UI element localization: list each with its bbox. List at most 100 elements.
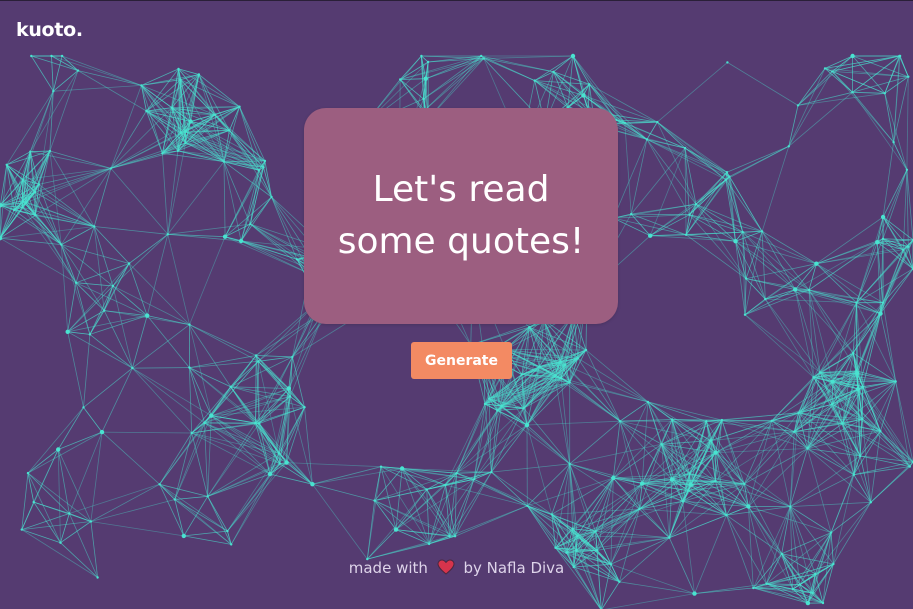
network-line [807, 430, 881, 449]
network-line [761, 146, 790, 232]
network-node [752, 586, 755, 590]
network-node [554, 546, 557, 549]
network-node [714, 480, 717, 483]
network-line [60, 168, 112, 245]
network-node [254, 354, 258, 357]
network-line [534, 71, 554, 81]
footer-prefix: made with [348, 559, 428, 577]
network-line [423, 58, 485, 100]
network-line [258, 361, 305, 408]
network-line [816, 241, 878, 265]
network-node [908, 465, 911, 468]
network-node [787, 145, 790, 148]
network-line [204, 422, 280, 465]
network-line [174, 499, 228, 532]
network-line [230, 473, 271, 545]
network-line [33, 449, 59, 503]
network-line [555, 463, 571, 548]
network-node [588, 83, 591, 86]
network-node [688, 213, 691, 216]
network-line [21, 529, 61, 544]
network-line [58, 431, 103, 450]
network-line [189, 324, 259, 362]
network-line [744, 448, 808, 485]
network-node [76, 69, 80, 72]
network-node [811, 591, 814, 595]
network-line [159, 432, 193, 485]
network-line [669, 514, 727, 539]
network-line [189, 355, 257, 368]
network-node [670, 418, 674, 421]
network-node [821, 601, 825, 605]
network-node [823, 67, 827, 70]
network-line [90, 521, 184, 537]
network-node [500, 404, 503, 408]
network-line [880, 313, 897, 382]
network-line [870, 466, 911, 503]
network-line [565, 364, 649, 403]
network-node [89, 520, 93, 523]
network-node [907, 75, 910, 78]
network-node [230, 543, 233, 546]
network-line [744, 431, 795, 485]
network-line [742, 231, 763, 233]
network-line [178, 68, 200, 75]
network-node [37, 183, 41, 186]
network-line [789, 506, 834, 565]
network-node [852, 473, 855, 476]
network-node [161, 152, 164, 155]
network-line [624, 122, 632, 215]
network-node [258, 422, 261, 425]
network-node [725, 514, 728, 517]
network-line [619, 581, 695, 594]
network-line [657, 121, 727, 181]
footer-suffix: by Nafla Diva [463, 559, 565, 577]
network-node [796, 104, 800, 107]
network-line [824, 68, 885, 94]
network-line [167, 161, 225, 235]
network-node [528, 325, 531, 329]
network-node [720, 418, 724, 422]
network-node [48, 149, 52, 153]
network-line [174, 499, 185, 536]
network-node [32, 500, 35, 504]
network-node [765, 582, 768, 585]
network-line [859, 455, 872, 503]
network-node [694, 203, 698, 206]
quote-card: Let's read some quotes! [304, 108, 618, 324]
network-node [594, 530, 597, 533]
network-node [581, 93, 586, 98]
network-node [60, 243, 63, 246]
brand-logo[interactable]: kuoto. [16, 19, 83, 41]
network-line [230, 361, 259, 388]
network-node [21, 206, 24, 209]
network-line [83, 367, 133, 408]
network-line [77, 70, 147, 112]
network-line [67, 331, 84, 408]
network-node [21, 199, 24, 202]
network-node [209, 413, 214, 418]
network-node [724, 178, 727, 181]
network-line [491, 463, 570, 473]
network-line [842, 381, 896, 425]
network-line [852, 92, 908, 171]
page-background: kuoto. Let's read some quotes! Generate … [0, 0, 913, 609]
network-line [312, 483, 375, 501]
network-line [52, 55, 63, 92]
network-node [875, 240, 880, 245]
network-node [553, 375, 556, 378]
network-line [128, 233, 169, 264]
network-node [797, 411, 800, 414]
network-line [695, 203, 736, 242]
network-node [399, 78, 402, 81]
network-node [29, 150, 32, 153]
network-line [223, 161, 242, 242]
network-line [560, 361, 562, 379]
network-node [812, 376, 815, 379]
network-line [191, 432, 271, 475]
network-line [183, 535, 232, 545]
network-node [257, 169, 260, 172]
network-line [906, 76, 909, 170]
network-node [303, 406, 306, 409]
generate-button[interactable]: Generate [411, 342, 512, 379]
